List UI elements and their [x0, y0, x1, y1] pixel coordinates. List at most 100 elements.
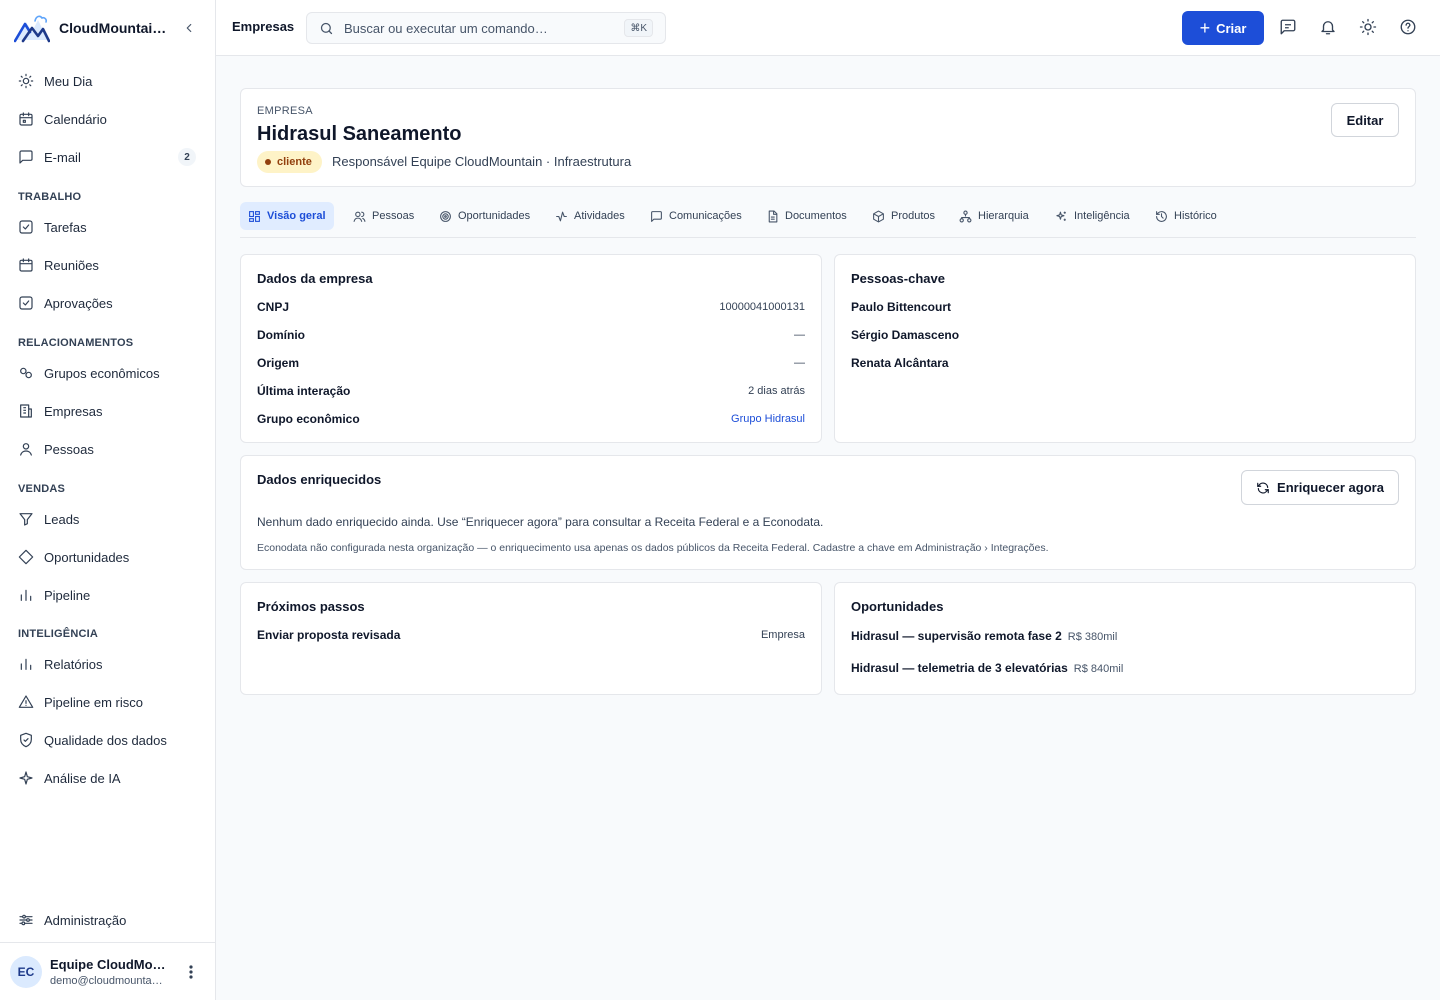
sidebar: CloudMountai… Meu Dia Calendário E-mail … [0, 0, 216, 1000]
person-link[interactable]: Renata Alcântara [851, 356, 949, 370]
sidebar-item-label: Tarefas [44, 219, 87, 235]
tab-historico[interactable]: Histórico [1147, 202, 1225, 230]
tab-hierarquia[interactable]: Hierarquia [951, 202, 1037, 230]
calendar-icon [19, 112, 33, 126]
user-name: Equipe CloudMo… [50, 956, 166, 972]
sidebar-item-pipeline[interactable]: Pipeline [8, 578, 206, 612]
field-label: Última interação [257, 384, 351, 398]
sidebar-item-calendario[interactable]: Calendário [8, 102, 206, 136]
enrich-now-label: Enriquecer agora [1277, 480, 1384, 495]
brand-name: CloudMountai… [59, 20, 167, 36]
user-profile[interactable]: EC Equipe CloudMo… demo@cloudmounta… [0, 942, 215, 1000]
enrich-now-button[interactable]: Enriquecer agora [1241, 470, 1399, 505]
tab-documentos[interactable]: Documentos [758, 202, 855, 230]
tab-atividades[interactable]: Atividades [547, 202, 633, 230]
filter-icon [19, 513, 33, 526]
tab-label: Inteligência [1074, 210, 1130, 222]
bar-chart-icon [20, 658, 32, 670]
key-people-card: Pessoas-chave Paulo Bittencourt Sérgio D… [834, 254, 1416, 443]
search-icon [320, 22, 333, 34]
sidebar-item-label: Grupos econômicos [44, 365, 160, 381]
layout-grid-icon [249, 210, 260, 222]
company-name: Hidrasul Saneamento [257, 123, 462, 145]
sidebar-item-label: Pipeline em risco [44, 694, 143, 710]
sidebar-item-label: Pipeline [44, 587, 91, 603]
status-dot-icon [265, 159, 271, 165]
sidebar-item-leads[interactable]: Leads [8, 502, 206, 536]
enrichment-config-note: Econodata não configurada nesta organiza… [257, 542, 1049, 554]
sidebar-item-label: E-mail [44, 149, 81, 165]
avatar: EC [10, 955, 42, 988]
sidebar-item-analise-de-ia[interactable]: Análise de IA [8, 761, 206, 795]
sidebar-item-email[interactable]: E-mail 2 [8, 140, 206, 174]
tab-label: Visão geral [267, 210, 326, 222]
tab-pessoas[interactable]: Pessoas [345, 202, 422, 230]
next-steps-card: Próximos passos Enviar proposta revisada… [240, 582, 822, 695]
theme-toggle-icon[interactable] [1359, 18, 1377, 36]
sidebar-item-label: Qualidade dos dados [44, 732, 167, 748]
user-icon [20, 443, 32, 456]
sidebar-item-grupos-economicos[interactable]: Grupos econômicos [8, 356, 206, 390]
sun-icon [18, 73, 34, 89]
person-link[interactable]: Sérgio Damasceno [851, 328, 959, 342]
field-value-ultima-interacao: 2 dias atrás [748, 385, 805, 397]
card-title: Oportunidades [851, 599, 944, 614]
field-label: Origem [257, 356, 300, 370]
opportunity-item[interactable]: Hidrasul — telemetria de 3 elevatórias R$… [851, 661, 1123, 675]
sidebar-item-aprovacoes[interactable]: Aprovações [8, 286, 206, 320]
help-icon[interactable] [1399, 18, 1417, 36]
sidebar-item-oportunidades[interactable]: Oportunidades [8, 540, 206, 574]
opportunity-name: Hidrasul — supervisão remota fase 2 [851, 629, 1062, 643]
search-input[interactable] [344, 20, 614, 36]
economic-group-link[interactable]: Grupo Hidrasul [731, 413, 805, 425]
sidebar-item-relatorios[interactable]: Relatórios [8, 647, 206, 681]
sidebar-item-qualidade-dos-dados[interactable]: Qualidade dos dados [8, 723, 206, 757]
enriched-data-card: Dados enriquecidos Enriquecer agora Nenh… [240, 455, 1416, 570]
sidebar-item-reunioes[interactable]: Reuniões [8, 248, 206, 282]
tab-label: Documentos [785, 210, 847, 222]
create-button[interactable]: + Criar [1182, 11, 1264, 45]
tab-label: Histórico [1174, 210, 1217, 222]
page-title-breadcrumb: Empresas [232, 19, 295, 34]
cloudmountain-logo-icon [14, 15, 50, 43]
tab-oportunidades[interactable]: Oportunidades [431, 202, 538, 230]
sparkles-icon [1056, 211, 1066, 221]
sidebar-item-meu-dia[interactable]: Meu Dia [8, 64, 206, 98]
sidebar-item-empresas[interactable]: Empresas [8, 394, 206, 428]
edit-button[interactable]: Editar [1331, 103, 1399, 137]
target-icon [440, 210, 451, 222]
sidebar-item-label: Relatórios [44, 656, 103, 672]
field-value-origem: — [794, 357, 805, 369]
tab-comunicacoes[interactable]: Comunicações [642, 202, 750, 230]
card-title: Próximos passos [257, 599, 365, 614]
sidebar-item-administracao[interactable]: Administração [8, 903, 206, 937]
tab-visao-geral[interactable]: Visão geral [240, 202, 334, 230]
record-tabs: Visão geral Pessoas Oportunidades Ativid… [240, 200, 1416, 238]
opportunity-item[interactable]: Hidrasul — supervisão remota fase 2 R$ 38… [851, 629, 1117, 643]
sidebar-item-pessoas[interactable]: Pessoas [8, 432, 206, 466]
sidebar-item-label: Meu Dia [44, 73, 93, 89]
company-data-card: Dados da empresa CNPJ 10000041000131 Dom… [240, 254, 822, 443]
bell-icon[interactable] [1319, 18, 1337, 36]
tab-inteligencia[interactable]: Inteligência [1047, 202, 1138, 230]
sidebar-item-label: Aprovações [44, 295, 113, 311]
card-title: Dados da empresa [257, 271, 373, 286]
next-step-item[interactable]: Enviar proposta revisada [257, 628, 400, 642]
warning-triangle-icon [18, 695, 34, 708]
sidebar-item-label: Análise de IA [44, 770, 121, 786]
command-search[interactable]: ⌘K [306, 12, 666, 44]
field-label: Grupo econômico [257, 412, 360, 426]
sidebar-item-tarefas[interactable]: Tarefas [8, 210, 206, 244]
more-vertical-icon[interactable] [185, 963, 197, 981]
sidebar-item-label: Administração [44, 912, 127, 928]
chat-assistant-icon[interactable] [1279, 18, 1297, 36]
tab-label: Hierarquia [978, 210, 1029, 222]
bar-chart-icon [20, 589, 32, 601]
next-step-tag: Empresa [760, 629, 805, 641]
checkbox-icon [19, 296, 33, 310]
tab-produtos[interactable]: Produtos [864, 202, 943, 230]
person-link[interactable]: Paulo Bittencourt [851, 300, 951, 314]
sidebar-item-pipeline-em-risco[interactable]: Pipeline em risco [8, 685, 206, 719]
collapse-sidebar-button[interactable] [179, 18, 199, 38]
opportunity-amount: R$ 380mil [1067, 631, 1118, 643]
